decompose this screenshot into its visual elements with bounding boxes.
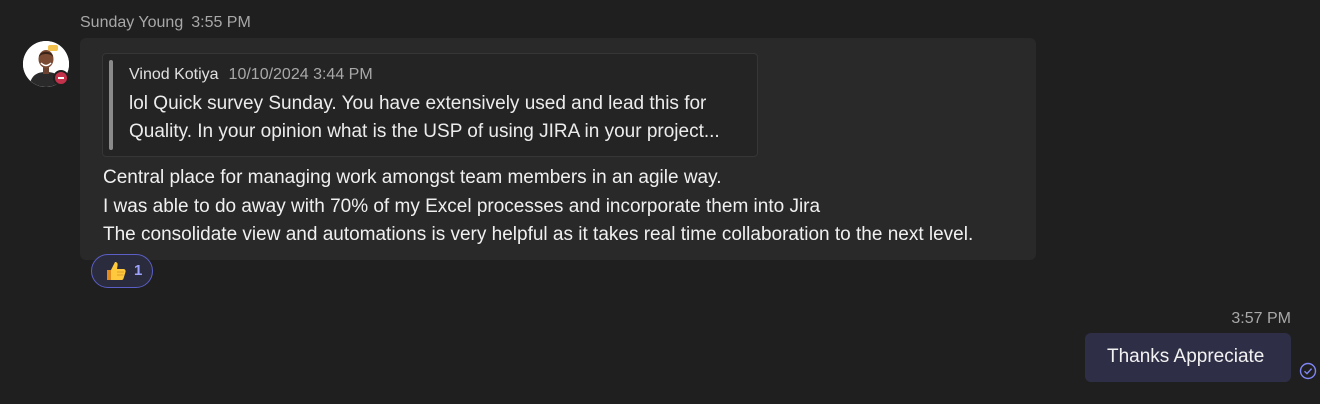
- thumbs-up-icon: [107, 262, 126, 280]
- read-receipt-icon: [1299, 362, 1317, 380]
- outgoing-message-bubble[interactable]: Thanks Appreciate: [1085, 333, 1291, 382]
- quoted-reply[interactable]: Vinod Kotiya 10/10/2024 3:44 PM lol Quick…: [102, 53, 758, 157]
- quote-header: Vinod Kotiya 10/10/2024 3:44 PM: [129, 66, 373, 84]
- quote-author: Vinod Kotiya: [129, 66, 219, 83]
- quote-timestamp: 10/10/2024 3:44 PM: [228, 66, 373, 83]
- presence-dnd-icon: [53, 70, 69, 86]
- quote-text: lol Quick survey Sunday. You have extens…: [129, 90, 749, 146]
- quote-bar: [109, 60, 113, 150]
- quote-line: Quality. In your opinion what is the USP…: [129, 121, 720, 142]
- reaction-pill[interactable]: 1: [91, 254, 153, 288]
- outgoing-message-time: 3:57 PM: [1231, 310, 1291, 327]
- message-line: The consolidate view and automations is …: [103, 224, 974, 245]
- message-line: I was able to do away with 70% of my Exc…: [103, 195, 821, 217]
- outgoing-message-text: Thanks Appreciate: [1107, 346, 1265, 367]
- quote-line: lol Quick survey Sunday. You have extens…: [129, 93, 707, 114]
- message-body: Central place for managing work amongst …: [103, 164, 973, 250]
- message-time: 3:55 PM: [191, 14, 251, 31]
- incoming-message-bubble[interactable]: Vinod Kotiya 10/10/2024 3:44 PM lol Quick…: [80, 38, 1036, 260]
- chat-thread: Sunday Young 3:55 PM Vinod Kotiya 10/10/20…: [0, 0, 1320, 404]
- message-header: Sunday Young 3:55 PM: [80, 14, 251, 32]
- sender-name[interactable]: Sunday Young: [80, 14, 183, 31]
- reaction-count: 1: [134, 262, 143, 279]
- message-line: Central place for managing work amongst …: [103, 167, 722, 188]
